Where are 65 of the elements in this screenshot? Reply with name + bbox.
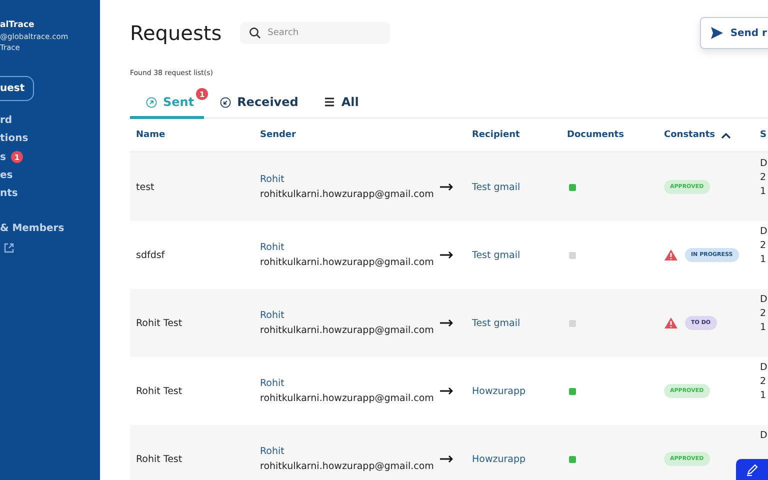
sender-email: rohitkulkarni.howzurapp@gmail.com (260, 325, 435, 336)
arrow-icon (440, 319, 454, 327)
date-text: D (760, 158, 768, 169)
column-header[interactable]: Constants (664, 130, 760, 140)
incoming-icon (220, 96, 232, 108)
send-request-button[interactable]: Send r (700, 17, 768, 49)
arrow-icon (440, 455, 454, 463)
nav-item[interactable]: rd (0, 115, 12, 126)
table-cell-text: Rohit Test (136, 386, 184, 396)
column-header[interactable]: Sender (260, 130, 440, 140)
table-cell-text: test (136, 182, 156, 192)
page-title: Requests (130, 21, 222, 45)
date-text: 2 (760, 240, 768, 251)
sender-email: rohitkulkarni.howzurapp@gmail.com (260, 189, 435, 200)
sender-name: Rohit (260, 378, 286, 389)
column-header[interactable]: Recipient (472, 130, 567, 140)
table-cell-text: Rohit Test (136, 318, 184, 328)
recipient-link[interactable]: Test gmail (472, 182, 567, 192)
date-text: D (760, 226, 768, 237)
sender-name: Rohit (260, 242, 286, 253)
date-text: D (760, 294, 768, 305)
column-header[interactable]: Name (136, 130, 260, 140)
search-field[interactable]: Search (240, 22, 390, 44)
new-request-button[interactable]: uest (0, 76, 34, 101)
sender-name: Rohit (260, 174, 286, 185)
sender-name: Rohit (260, 310, 286, 321)
date-text: 2 (760, 376, 768, 387)
list-icon (324, 97, 336, 107)
arrow-icon (440, 251, 454, 259)
sender-name: Rohit (260, 446, 286, 457)
org-name: alTrace (0, 20, 36, 30)
date-text: 1 (760, 322, 768, 333)
pen-icon (746, 464, 758, 476)
nav-item[interactable]: nts (0, 188, 18, 199)
sender-email: rohitkulkarni.howzurapp@gmail.com (260, 257, 435, 268)
outgoing-icon (146, 96, 157, 108)
external-link-icon[interactable] (4, 243, 14, 253)
table-cell-text: Rohit Test (136, 454, 184, 464)
edit-button[interactable] (736, 459, 768, 480)
date-text: 2 (760, 172, 768, 183)
recipient-link[interactable]: Test gmail (472, 250, 567, 260)
nav-item[interactable]: es (0, 170, 13, 181)
search-icon (248, 27, 261, 39)
recipient-link[interactable]: Howzurapp (472, 454, 567, 464)
date-text: 2 (760, 308, 768, 319)
date-text: 1 (760, 254, 768, 265)
nav-item[interactable]: & Members (0, 223, 64, 234)
sender-email: rohitkulkarni.howzurapp@gmail.com (260, 461, 435, 472)
table-cell-text: sdfdsf (136, 250, 166, 260)
date-text: 1 (760, 390, 768, 401)
chevron-up-icon[interactable] (721, 132, 731, 138)
send-icon (710, 26, 724, 40)
tab[interactable]: All (308, 91, 369, 119)
nav-item[interactable]: tions (0, 133, 28, 144)
arrow-icon (440, 387, 454, 395)
recipient-link[interactable]: Howzurapp (472, 386, 567, 396)
date-text: D (760, 362, 768, 373)
column-header[interactable]: S (760, 130, 768, 140)
nav-item[interactable]: s (0, 152, 6, 162)
recipient-link[interactable]: Test gmail (472, 318, 567, 328)
date-text: D (760, 430, 768, 441)
arrow-icon (440, 183, 454, 191)
date-text: 1 (760, 186, 768, 197)
sender-email: rohitkulkarni.howzurapp@gmail.com (260, 393, 435, 404)
column-header[interactable]: Documents (567, 130, 664, 140)
